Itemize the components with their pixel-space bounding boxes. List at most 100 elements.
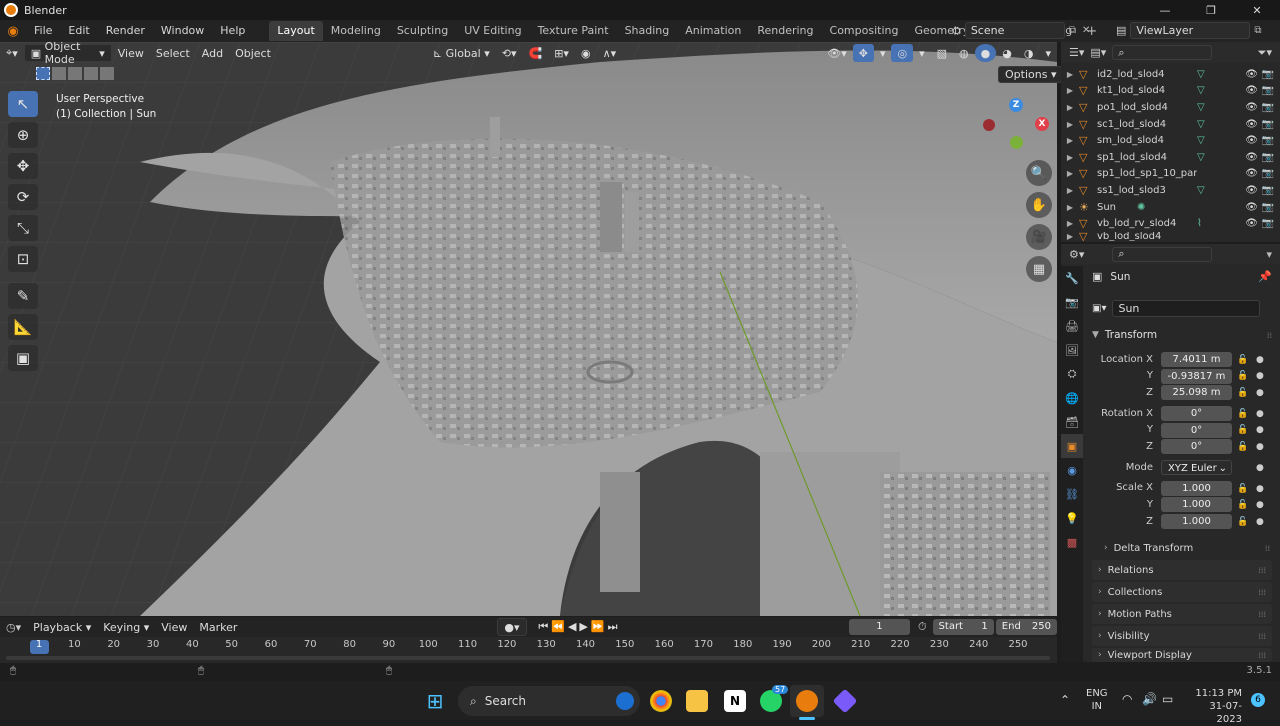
- y-axis-icon[interactable]: [1010, 136, 1023, 149]
- pin-icon[interactable]: 📌: [1258, 270, 1272, 283]
- tab-texture-paint[interactable]: Texture Paint: [530, 21, 617, 41]
- texture-tab-icon[interactable]: ▩: [1061, 530, 1083, 554]
- tab-modeling[interactable]: Modeling: [323, 21, 389, 41]
- wireframe-shading-icon[interactable]: ◍: [953, 44, 975, 62]
- motion-paths-panel[interactable]: › Motion Paths ⁞⁞⁞: [1092, 604, 1272, 624]
- rotation-x-field[interactable]: 0°: [1161, 406, 1232, 421]
- pan-hand-icon[interactable]: ✋: [1026, 192, 1052, 218]
- 3d-viewport[interactable]: [0, 42, 1057, 616]
- xray-icon[interactable]: ▧: [931, 44, 953, 62]
- keyframe-dot-icon[interactable]: ●: [1256, 371, 1264, 381]
- measure-tool-icon[interactable]: 📐: [8, 314, 38, 340]
- outliner-row[interactable]: ▶ ▽ id2_lod_slod4 ▽ 👁 📷: [1061, 66, 1280, 83]
- options-button[interactable]: Options ▾: [998, 66, 1064, 83]
- expand-icon[interactable]: ▶: [1061, 103, 1079, 112]
- end-frame-field[interactable]: End 250: [995, 619, 1058, 635]
- camera-icon[interactable]: 📷: [1262, 218, 1274, 229]
- select-intersect-icon[interactable]: [100, 67, 114, 80]
- outliner-row[interactable]: ▶ ▽ sc1_lod_slod4 ▽ 👁 📷: [1061, 116, 1280, 133]
- panel-grip-icon[interactable]: ⁞⁞⁞: [1258, 651, 1266, 660]
- select-tool-icon[interactable]: ↖: [8, 91, 38, 117]
- keyframe-dot-icon[interactable]: ●: [1256, 500, 1264, 510]
- zoom-icon[interactable]: 🔍: [1026, 160, 1052, 186]
- viewport-menu-object[interactable]: Object: [229, 44, 277, 62]
- panel-grip-icon[interactable]: ⁞⁞: [1267, 331, 1272, 340]
- lock-rotation-z-icon[interactable]: 🔓: [1237, 442, 1248, 452]
- language-indicator[interactable]: ENG IN: [1086, 687, 1108, 713]
- lock-scale-y-icon[interactable]: 🔓: [1237, 500, 1248, 510]
- current-frame-field[interactable]: 1: [848, 619, 910, 635]
- location-y-field[interactable]: -0.93817 m: [1161, 369, 1232, 384]
- properties-search-field[interactable]: ⌕: [1112, 246, 1213, 262]
- expand-icon[interactable]: ▶: [1061, 186, 1079, 195]
- render-tab-icon[interactable]: 📷: [1061, 290, 1083, 314]
- camera-icon[interactable]: 📷: [1262, 168, 1274, 179]
- playback-menu[interactable]: Playback ▾: [27, 618, 97, 636]
- proportional-edit-icon[interactable]: ◉: [575, 44, 597, 62]
- overlay-toggle-icon[interactable]: ◎: [891, 44, 914, 62]
- mode-selector[interactable]: ▣ Object Mode ▾: [23, 40, 112, 66]
- play-icon[interactable]: ▶: [579, 620, 590, 633]
- outliner-row[interactable]: ▶ ▽ ss1_lod_slod3 ▽ 👁 📷: [1061, 182, 1280, 199]
- filter-icon[interactable]: ⏷▾: [1258, 46, 1272, 60]
- tab-animation[interactable]: Animation: [677, 21, 749, 41]
- jump-start-icon[interactable]: ⏮: [538, 620, 551, 633]
- tab-compositing[interactable]: Compositing: [822, 21, 907, 41]
- blender-menu-icon[interactable]: ◉: [0, 24, 26, 39]
- view-layer-icon[interactable]: ▤: [1116, 24, 1126, 37]
- panel-grip-icon[interactable]: ⁞⁞⁞: [1258, 588, 1266, 597]
- lock-scale-z-icon[interactable]: 🔓: [1237, 517, 1248, 527]
- keyframe-dot-icon[interactable]: ●: [1256, 388, 1264, 398]
- snap-icon[interactable]: 🧲: [523, 44, 549, 62]
- material-shading-icon[interactable]: ◕: [996, 44, 1018, 62]
- panel-grip-icon[interactable]: ⁞⁞⁞: [1258, 632, 1266, 641]
- minimize-icon[interactable]: —: [1142, 0, 1188, 20]
- outliner-row[interactable]: ▶ ▽ sp1_lod_slod4 ▽ 👁 📷: [1061, 149, 1280, 166]
- rotate-tool-icon[interactable]: ⟳: [8, 184, 38, 210]
- relations-panel[interactable]: › Relations ⁞⁞⁞: [1092, 560, 1272, 580]
- constraints-tab-icon[interactable]: ⛓: [1061, 482, 1083, 506]
- timeline-editor-icon[interactable]: ◷▾: [0, 621, 27, 634]
- tab-sculpting[interactable]: Sculpting: [389, 21, 456, 41]
- lock-rotation-x-icon[interactable]: 🔓: [1237, 409, 1248, 419]
- eye-icon[interactable]: 👁: [1245, 168, 1258, 179]
- camera-icon[interactable]: 📷: [1262, 202, 1274, 213]
- keyframe-dot-icon[interactable]: ●: [1256, 442, 1264, 452]
- outliner-row[interactable]: ▶ ▽ vb_lod_slod4: [1061, 232, 1280, 241]
- scale-x-field[interactable]: 1.000: [1161, 481, 1232, 496]
- select-extend-icon[interactable]: [52, 67, 66, 80]
- blender-taskbar-icon[interactable]: [796, 690, 818, 712]
- rendered-shading-icon[interactable]: ◑: [1018, 44, 1040, 62]
- volume-icon[interactable]: 🔊: [1142, 692, 1157, 706]
- outliner-type-icon[interactable]: ☰▾: [1069, 46, 1084, 59]
- stopwatch-icon[interactable]: ⏱: [918, 620, 927, 634]
- keyframe-dot-icon[interactable]: ●: [1256, 409, 1264, 419]
- transform-tool-icon[interactable]: ⊡: [8, 246, 38, 272]
- camera-icon[interactable]: 📷: [1262, 102, 1274, 113]
- viewport-menu-add[interactable]: Add: [196, 44, 229, 62]
- location-z-field[interactable]: 25.098 m: [1161, 385, 1232, 400]
- visibility-icon[interactable]: 👁▾: [821, 44, 853, 62]
- display-mode-icon[interactable]: ▤▾: [1090, 46, 1106, 59]
- delete-scene-icon[interactable]: ✕: [1082, 25, 1090, 36]
- ortho-grid-icon[interactable]: ▦: [1026, 256, 1052, 282]
- delta-transform-subpanel[interactable]: › Delta Transform ⁞⁞: [1104, 540, 1270, 556]
- outliner-row[interactable]: ▶ ▽ sm_lod_slod4 ▽ 👁 📷: [1061, 132, 1280, 149]
- world-tab-icon[interactable]: 🌐: [1061, 386, 1083, 410]
- scene-selector[interactable]: Scene: [964, 22, 1065, 39]
- expand-icon[interactable]: ▶: [1061, 120, 1079, 129]
- keyframe-dot-icon[interactable]: ●: [1256, 425, 1264, 435]
- outliner-row[interactable]: ▶ ▽ kt1_lod_slod4 ▽ 👁 📷: [1061, 83, 1280, 100]
- cursor-tool-icon[interactable]: ⊕: [8, 122, 38, 148]
- outliner-row[interactable]: ▶ ▽ vb_lod_rv_slod4 ⌇ 👁 📷: [1061, 215, 1280, 232]
- menu-help[interactable]: Help: [212, 20, 253, 42]
- scene-tab-icon[interactable]: ⛭: [1061, 362, 1083, 386]
- lock-location-z-icon[interactable]: 🔓: [1237, 388, 1248, 398]
- collection-tab-icon[interactable]: 🗃: [1061, 410, 1083, 434]
- view-layer-tab-icon[interactable]: 🖼: [1061, 338, 1083, 362]
- options-menu-icon[interactable]: ▾: [1266, 248, 1272, 261]
- marker-menu[interactable]: Marker: [193, 618, 243, 636]
- visibility-panel[interactable]: › Visibility ⁞⁞⁞: [1092, 626, 1272, 646]
- navigation-gizmo[interactable]: Z X: [980, 96, 1050, 156]
- timeline-scrollbar[interactable]: [6, 656, 1050, 660]
